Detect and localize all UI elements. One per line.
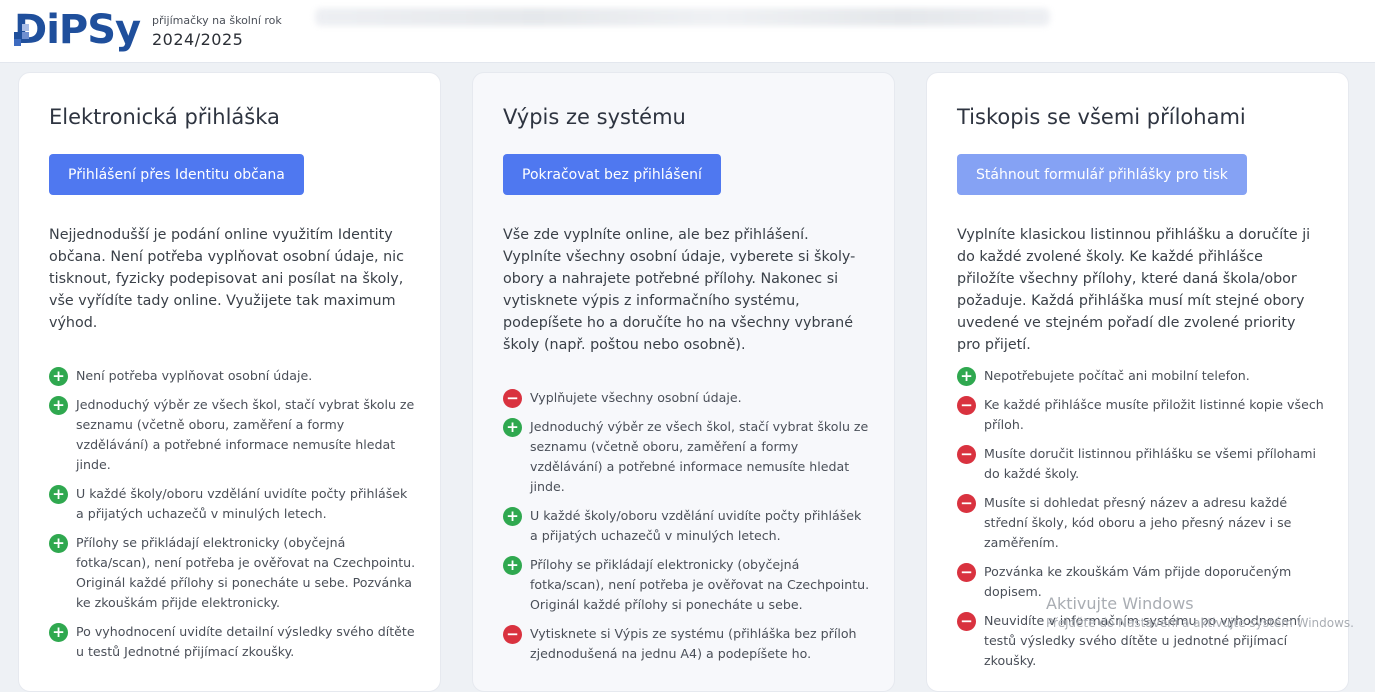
list-item: + Nepotřebujete počítač ani mobilní telef… bbox=[957, 366, 1327, 386]
watermark-title: Aktivujte Windows bbox=[1046, 594, 1194, 613]
download-print-form-button[interactable]: Stáhnout formulář přihlášky pro tisk bbox=[957, 154, 1247, 195]
windows-activation-watermark: Aktivujte Windows Přejděte do Nastavení … bbox=[1046, 594, 1354, 630]
identity-login-button[interactable]: Přihlášení přes Identitu občana bbox=[49, 154, 304, 195]
card-title: Výpis ze systému bbox=[503, 105, 686, 129]
minus-icon: − bbox=[503, 389, 522, 408]
plus-icon: + bbox=[503, 418, 522, 437]
card-title: Elektronická přihláška bbox=[49, 105, 280, 129]
plus-icon: + bbox=[49, 367, 68, 386]
card-description: Vše zde vyplníte online, ale bez přihláš… bbox=[503, 227, 856, 353]
continue-without-login-button[interactable]: Pokračovat bez přihlášení bbox=[503, 154, 721, 195]
top-bar: DiPSy přijímačky na školní rok 2024/2025 bbox=[0, 0, 1375, 63]
plus-icon: + bbox=[957, 367, 976, 386]
list-item: − Musíte si dohledat přesný název a adres… bbox=[957, 493, 1327, 553]
dipsy-logo[interactable]: DiPSy bbox=[14, 6, 141, 50]
pros-cons-list: − Vyplňujete všechny osobní údaje. + Jedno… bbox=[503, 388, 873, 673]
pros-cons-list: + Není potřeba vyplňovat osobní údaje. + J… bbox=[49, 366, 419, 671]
plus-icon: + bbox=[49, 534, 68, 553]
minus-icon: − bbox=[957, 563, 976, 582]
card-electronic-application: Elektronická přihláška Přihlášení přes I… bbox=[18, 72, 441, 692]
list-item: − Vytisknete si Výpis ze systému (přihláš… bbox=[503, 624, 873, 664]
card-description: Vyplníte klasickou listinnou přihlášku a… bbox=[957, 227, 1311, 353]
plus-icon: + bbox=[49, 396, 68, 415]
header-year: 2024/2025 bbox=[152, 30, 244, 49]
blurred-header-text bbox=[315, 8, 1050, 26]
list-item: + Přílohy se přikládají elektronicky (oby… bbox=[503, 555, 873, 615]
list-item: − Musíte doručit listinnou přihlášku se v… bbox=[957, 444, 1327, 484]
minus-icon: − bbox=[957, 396, 976, 415]
card-title: Tiskopis se všemi přílohami bbox=[957, 105, 1246, 129]
list-item: − Vyplňujete všechny osobní údaje. bbox=[503, 388, 873, 408]
logo-mosaic-icon bbox=[14, 10, 36, 46]
header-subtitle: přijímačky na školní rok bbox=[152, 14, 282, 27]
list-item: + Přílohy se přikládají elektronicky (oby… bbox=[49, 533, 419, 613]
list-item: − Ke každé přihlášce musíte přiložit list… bbox=[957, 395, 1327, 435]
list-item: + Po vyhodnocení uvidíte detailní výsledk… bbox=[49, 622, 419, 662]
list-item: + Jednoduchý výběr ze všech škol, stačí v… bbox=[503, 417, 873, 497]
plus-icon: + bbox=[49, 623, 68, 642]
list-item: + Není potřeba vyplňovat osobní údaje. bbox=[49, 366, 419, 386]
plus-icon: + bbox=[49, 485, 68, 504]
pros-cons-list: + Nepotřebujete počítač ani mobilní telef… bbox=[957, 366, 1327, 680]
plus-icon: + bbox=[503, 556, 522, 575]
plus-icon: + bbox=[503, 507, 522, 526]
minus-icon: − bbox=[957, 612, 976, 631]
watermark-subtitle: Přejděte do Nastavení a aktivujte systém… bbox=[1046, 616, 1354, 630]
list-item: + U každé školy/oboru vzdělání uvidíte po… bbox=[49, 484, 419, 524]
card-system-extract: Výpis ze systému Pokračovat bez přihláše… bbox=[472, 72, 895, 692]
minus-icon: − bbox=[957, 445, 976, 464]
card-description: Nejjednodušší je podání online využitím … bbox=[49, 227, 404, 331]
minus-icon: − bbox=[503, 625, 522, 644]
list-item: + Jednoduchý výběr ze všech škol, stačí v… bbox=[49, 395, 419, 475]
minus-icon: − bbox=[957, 494, 976, 513]
list-item: + U každé školy/oboru vzdělání uvidíte po… bbox=[503, 506, 873, 546]
